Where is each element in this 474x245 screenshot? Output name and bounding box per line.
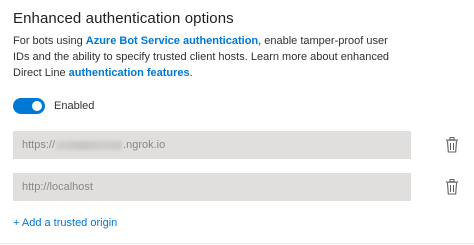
enabled-toggle-row: Enabled [13,97,94,115]
description-text: For bots using [13,35,86,47]
origin-value-suffix: .ngrok.io [123,139,166,151]
trash-icon[interactable] [445,137,459,153]
description-text: . [189,67,193,79]
description-text: , enable tamper-proof user [258,35,388,47]
enabled-toggle[interactable] [13,98,45,114]
origin-value-prefix: http://localhost [22,181,93,193]
trusted-origin-input[interactable]: http://localhost [13,173,411,201]
toggle-knob [32,101,42,111]
section-description: For bots using Azure Bot Service authent… [13,33,413,81]
azure-bot-auth-link[interactable]: Azure Bot Service authentication [86,35,258,47]
description-text: Direct Line [13,67,69,79]
trusted-origin-row: http://localhost [13,173,465,201]
description-line-2: IDs and the ability to specify trusted c… [13,51,390,63]
origin-value-prefix: https:// [22,139,56,151]
auth-features-link[interactable]: authentication features [69,67,190,79]
divider [0,243,474,244]
redacted-hostname [56,140,123,150]
add-trusted-origin-button[interactable]: + Add a trusted origin [13,217,117,229]
enhanced-auth-section: Enhanced authentication options For bots… [0,0,474,245]
trusted-origin-row: https:// .ngrok.io [13,131,465,159]
toggle-label: Enabled [54,100,95,112]
section-title: Enhanced authentication options [13,10,234,27]
description-line-3: Direct Line authentication features. [13,65,413,81]
trash-icon[interactable] [445,179,459,195]
description-line-1: For bots using Azure Bot Service authent… [13,33,413,49]
trusted-origin-input[interactable]: https:// .ngrok.io [13,131,411,159]
